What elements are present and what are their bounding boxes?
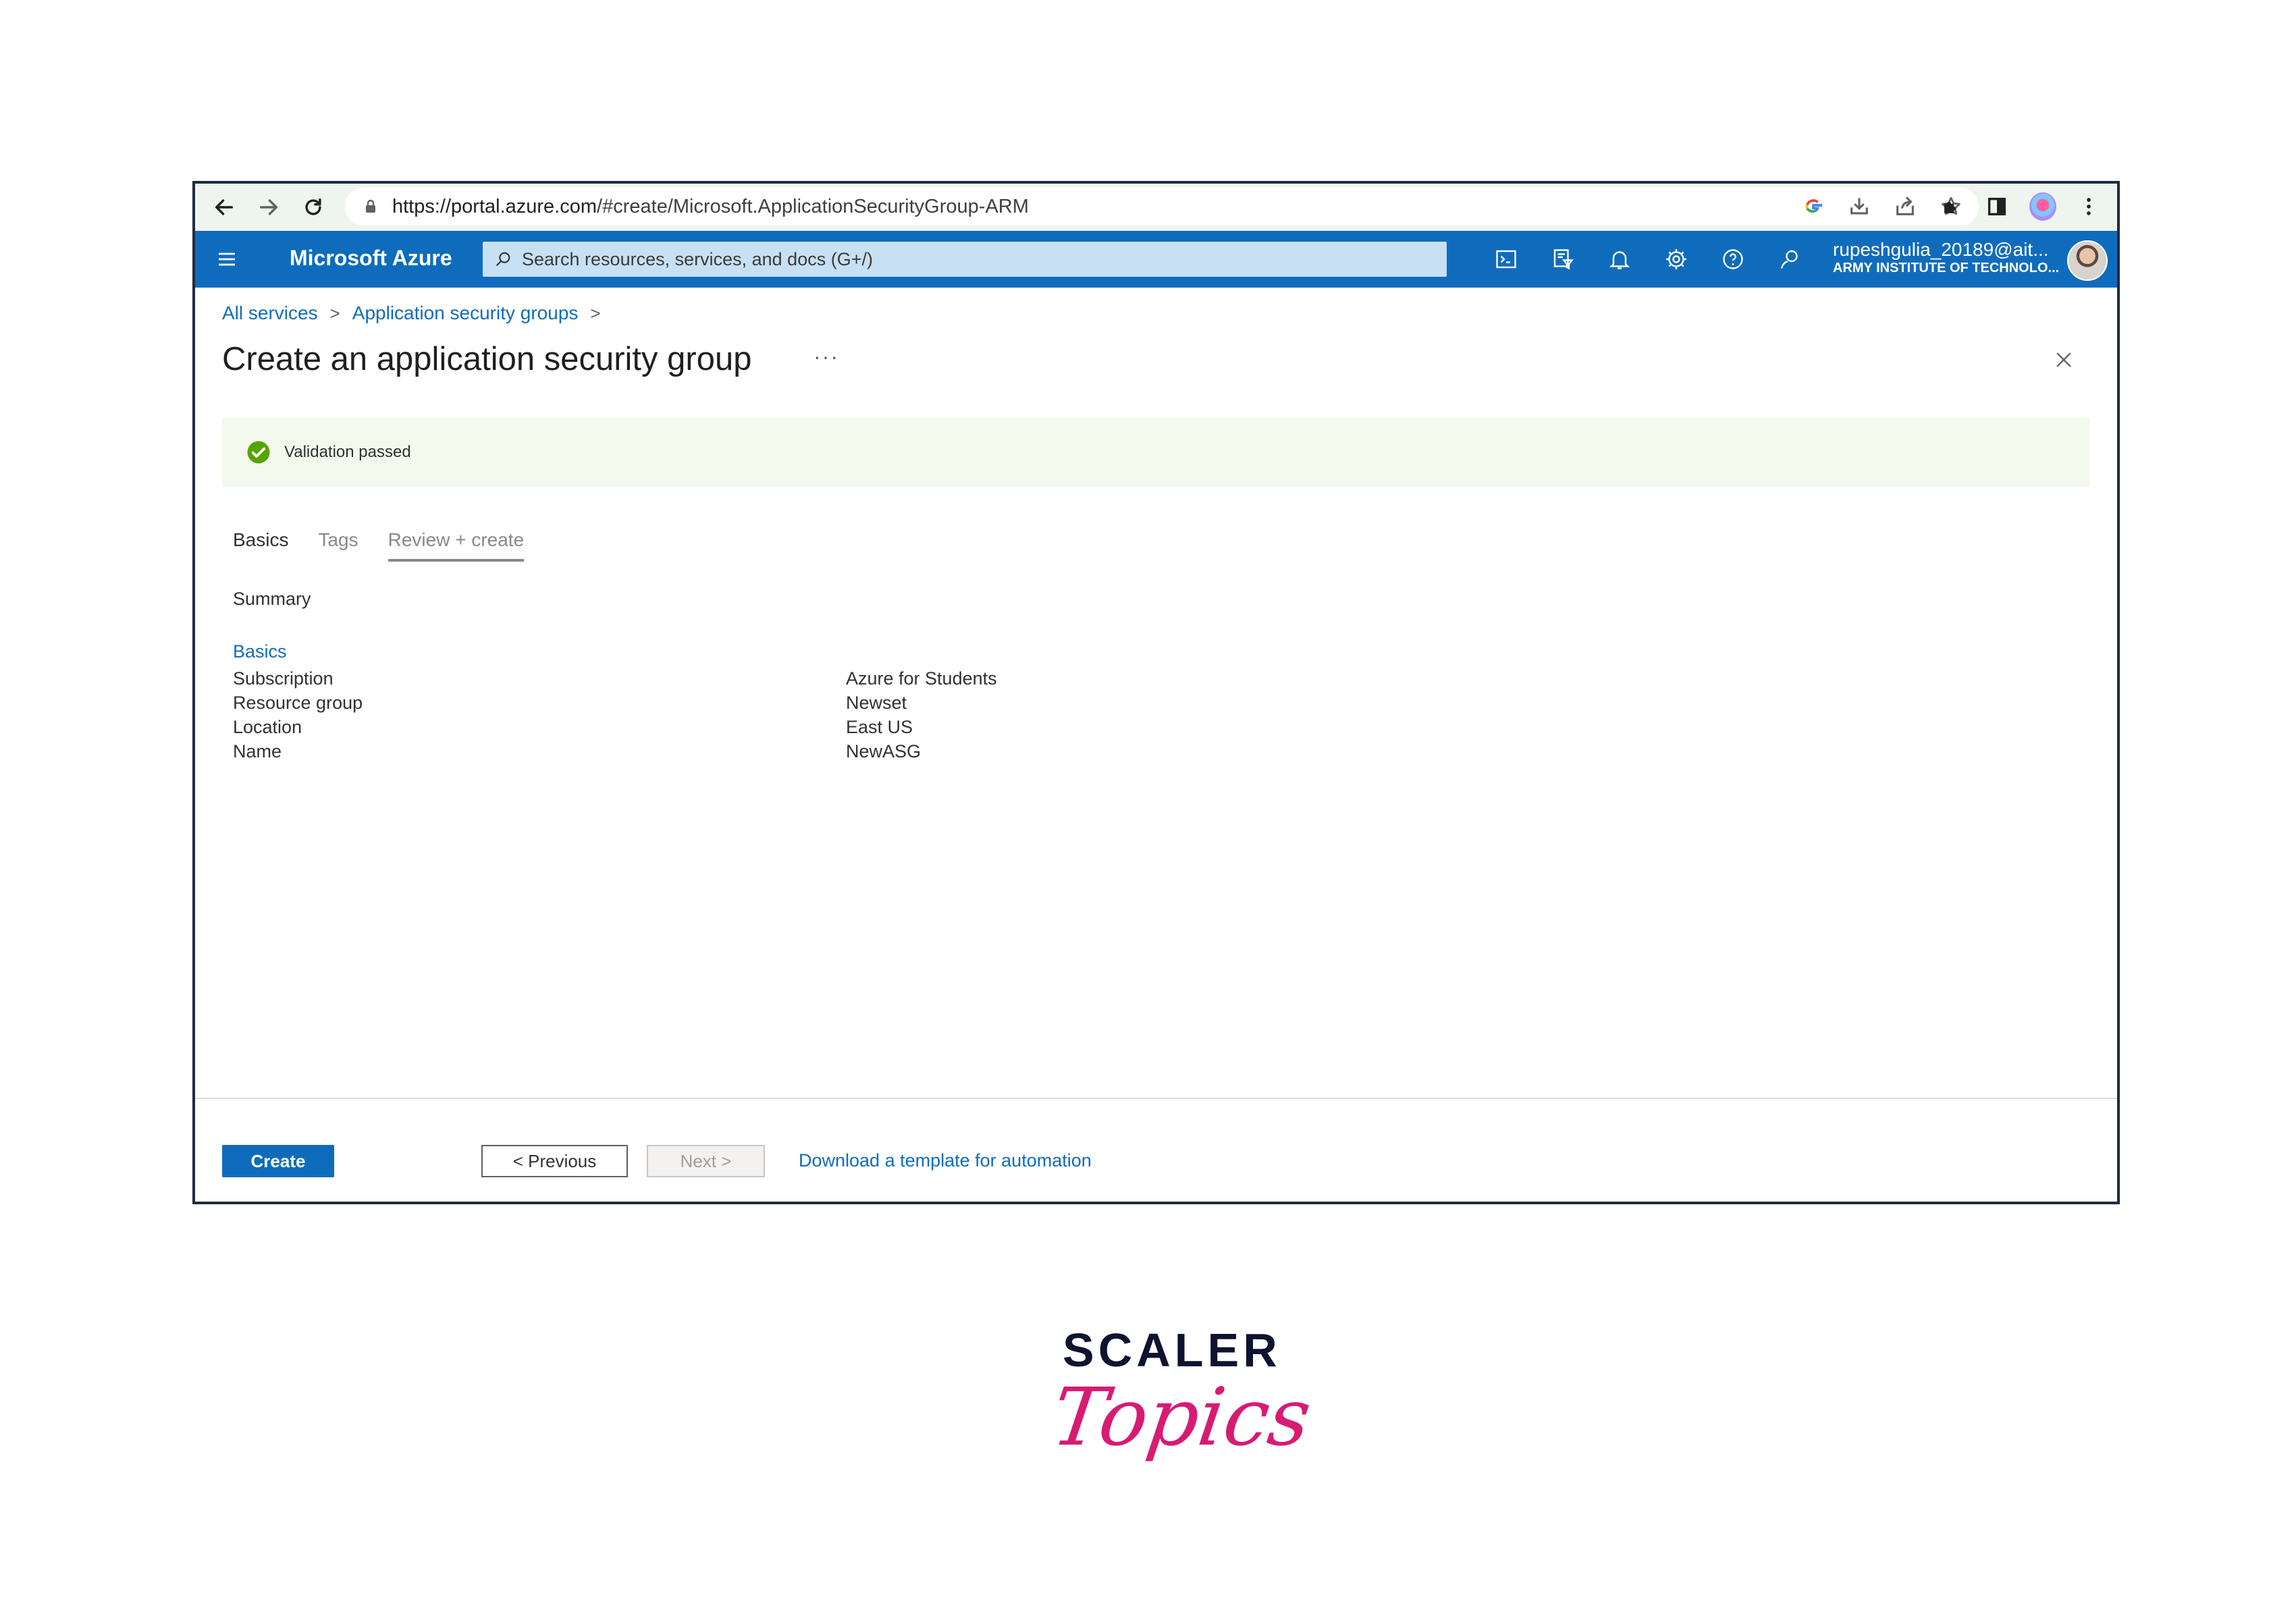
page-title: Create an application security group	[222, 341, 752, 377]
chevron-right-icon: >	[329, 302, 340, 323]
account-menu[interactable]: rupeshgulia_20189@ait... ARMY INSTITUTE …	[1833, 239, 2062, 276]
account-name: rupeshgulia_20189@ait...	[1833, 239, 2049, 260]
footer-divider	[195, 1098, 2117, 1099]
lock-icon	[363, 196, 380, 217]
azure-top-bar: Microsoft Azure r	[195, 231, 2117, 288]
summary-label: Subscription	[233, 668, 333, 689]
help-icon[interactable]	[1705, 231, 1761, 288]
wizard-tabs: Basics Tags Review + create	[233, 529, 554, 562]
tab-tags[interactable]: Tags	[318, 529, 358, 562]
validation-message: Validation passed	[284, 443, 411, 461]
summary-value: NewASG	[846, 741, 922, 761]
feedback-icon[interactable]	[1761, 231, 1818, 288]
download-template-link[interactable]: Download a template for automation	[799, 1150, 1092, 1171]
validation-banner: Validation passed	[222, 418, 2090, 487]
forward-button[interactable]	[246, 187, 291, 227]
puzzle-extension-icon[interactable]	[1938, 193, 1965, 220]
breadcrumb-all-services[interactable]: All services	[222, 302, 318, 324]
tab-review-create[interactable]: Review + create	[388, 529, 525, 562]
account-organization: ARMY INSTITUTE OF TECHNOLO...	[1833, 261, 2060, 276]
install-app-icon[interactable]	[1845, 192, 1873, 221]
more-options-icon[interactable]: ···	[813, 344, 839, 369]
extensions-area	[1938, 188, 2102, 225]
arrow-left-icon	[215, 199, 234, 215]
previous-button[interactable]: < Previous	[481, 1145, 628, 1177]
directory-filter-icon[interactable]	[1534, 231, 1591, 288]
breadcrumb: All services > Application security grou…	[222, 302, 613, 324]
avatar[interactable]	[2067, 240, 2108, 281]
google-icon[interactable]	[1799, 192, 1827, 221]
summary-label: Resource group	[233, 693, 363, 713]
arrow-right-icon	[259, 199, 278, 215]
summary-value: Newset	[846, 693, 907, 713]
kebab-menu-icon[interactable]	[2075, 193, 2102, 220]
logo-scaler-text: SCALER	[1063, 1324, 1281, 1376]
cloud-shell-icon[interactable]	[1478, 231, 1534, 288]
reload-button[interactable]	[291, 187, 336, 227]
browser-toolbar: https://portal.azure.com/#create/Microso…	[195, 184, 2117, 231]
url-text: https://portal.azure.com/#create/Microso…	[392, 196, 1029, 218]
search-icon	[496, 252, 510, 267]
scaler-topics-logo: SCALER Topics	[1046, 1323, 1316, 1499]
next-button[interactable]: Next >	[647, 1145, 765, 1177]
tab-basics[interactable]: Basics	[233, 529, 288, 562]
summary-value: East US	[846, 717, 913, 737]
breadcrumb-application-security-groups[interactable]: Application security groups	[352, 302, 579, 324]
url-path: /#create/Microsoft.ApplicationSecurityGr…	[597, 195, 1029, 217]
profile-icon[interactable]	[2029, 192, 2056, 221]
summary-heading: Summary	[233, 589, 311, 609]
global-search[interactable]	[483, 242, 1447, 277]
address-bar[interactable]: https://portal.azure.com/#create/Microso…	[345, 188, 1979, 225]
notifications-bell-icon[interactable]	[1591, 231, 1648, 288]
share-icon[interactable]	[1891, 192, 1919, 221]
azure-brand[interactable]: Microsoft Azure	[290, 246, 452, 271]
summary-label: Location	[233, 717, 302, 737]
browser-window: https://portal.azure.com/#create/Microso…	[192, 181, 2120, 1204]
chevron-right-icon: >	[590, 302, 601, 323]
reload-icon	[305, 198, 321, 215]
summary-value: Azure for Students	[846, 668, 997, 689]
back-button[interactable]	[202, 187, 246, 227]
search-input[interactable]	[520, 248, 1428, 271]
create-button[interactable]: Create	[222, 1145, 334, 1177]
settings-gear-icon[interactable]	[1648, 231, 1705, 288]
header-icons	[1478, 231, 1818, 288]
hamburger-menu-icon[interactable]	[215, 248, 238, 270]
summary-label: Name	[233, 741, 282, 761]
close-icon	[2056, 352, 2071, 367]
logo-topics-text: Topics	[1046, 1370, 1317, 1464]
url-host: https://portal.azure.com	[392, 195, 597, 217]
side-panel-icon[interactable]	[1983, 193, 2010, 220]
success-check-icon	[247, 441, 270, 464]
close-button[interactable]	[2052, 348, 2075, 371]
basics-section-heading: Basics	[233, 641, 287, 662]
